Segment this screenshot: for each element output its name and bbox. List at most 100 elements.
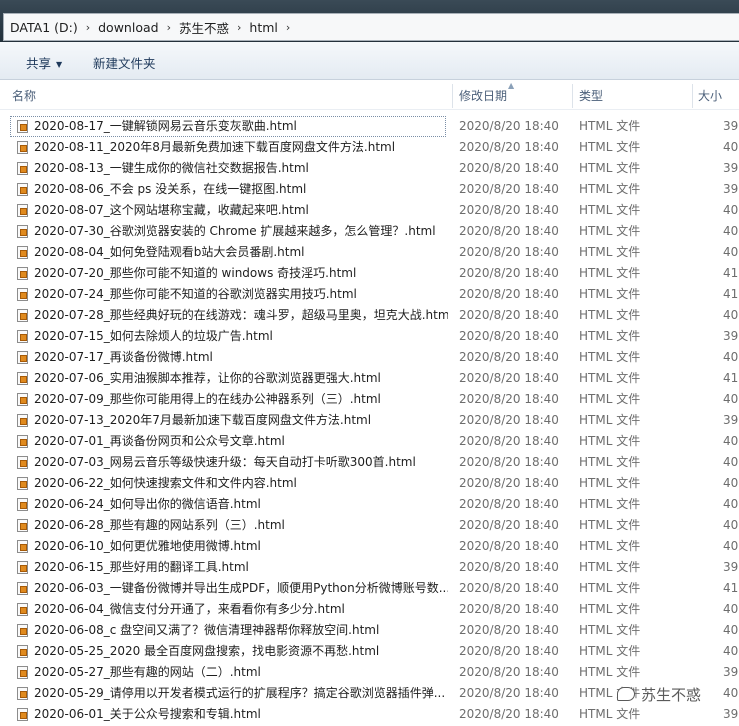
file-date: 2020/8/20 18:40	[459, 644, 559, 658]
file-row[interactable]: 2020-06-04_微信支付分开通了，来看看你有多少分.html 2020/8/…	[10, 599, 739, 620]
file-row[interactable]: 2020-06-22_如何快速搜索文件和文件内容.html 2020/8/20 1…	[10, 473, 739, 494]
file-row[interactable]: 2020-07-17_再谈备份微博.html 2020/8/20 18:40 HTM…	[10, 347, 739, 368]
file-row[interactable]: 2020-07-24_那些你可能不知道的谷歌浏览器实用技巧.html 2020/8…	[10, 284, 739, 305]
file-type: HTML 文件	[579, 665, 641, 679]
file-date: 2020/8/20 18:40	[459, 287, 559, 301]
breadcrumb-item[interactable]: html	[249, 20, 277, 35]
column-divider[interactable]	[572, 84, 573, 108]
file-row[interactable]: 2020-07-28_那些经典好玩的在线游戏：魂斗罗，超级马里奥，坦克大战.ht…	[10, 305, 739, 326]
file-type: HTML 文件	[579, 161, 641, 175]
file-row[interactable]: 2020-06-15_那些好用的翻译工具.html 2020/8/20 18:40…	[10, 557, 739, 578]
file-name: 2020-08-07_这个网站堪称宝藏，收藏起来吧.html	[34, 203, 309, 217]
file-row[interactable]: 2020-07-20_那些你可能不知道的 windows 奇技淫巧.html 20…	[10, 263, 739, 284]
html-file-icon	[17, 414, 28, 427]
file-row[interactable]: 2020-06-10_如何更优雅地使用微博.html 2020/8/20 18:4…	[10, 536, 739, 557]
file-name: 2020-06-28_那些有趣的网站系列（三）.html	[34, 518, 285, 532]
file-name: 2020-06-01_关于公众号搜索和专辑.html	[34, 707, 261, 721]
file-name: 2020-07-03_网易云音乐等级快速升级：每天自动打卡听歌300首.html	[34, 455, 416, 469]
file-size: 40	[723, 392, 739, 406]
file-size: 39	[723, 182, 739, 196]
column-header-size[interactable]: 大小	[698, 80, 722, 110]
address-bar-area: DATA1 (D:) › download › 苏生不惑 › html ›	[0, 0, 739, 42]
file-row[interactable]: 2020-08-04_如何免登陆观看b站大会员番剧.html 2020/8/20 …	[10, 242, 739, 263]
html-file-icon	[17, 498, 28, 511]
breadcrumb-chevron-icon[interactable]: ›	[278, 21, 298, 34]
breadcrumb[interactable]: DATA1 (D:) › download › 苏生不惑 › html ›	[3, 13, 739, 41]
file-type: HTML 文件	[579, 119, 641, 133]
file-row[interactable]: 2020-06-03_一键备份微博并导出生成PDF，顺便用Python分析微博账…	[10, 578, 739, 599]
file-size: 40	[723, 497, 739, 511]
file-date: 2020/8/20 18:40	[459, 707, 559, 721]
column-divider[interactable]	[692, 84, 693, 108]
file-row[interactable]: 2020-06-24_如何导出你的微信语音.html 2020/8/20 18:4…	[10, 494, 739, 515]
file-type: HTML 文件	[579, 266, 641, 280]
file-row[interactable]: 2020-05-27_那些有趣的网站（二）.html 2020/8/20 18:4…	[10, 662, 739, 683]
html-file-icon	[17, 141, 28, 154]
file-row[interactable]: 2020-08-06_不会 ps 没关系，在线一键抠图.html 2020/8/2…	[10, 179, 739, 200]
file-type: HTML 文件	[579, 350, 641, 364]
breadcrumb-chevron-icon[interactable]: ›	[78, 21, 98, 34]
file-row[interactable]: 2020-07-30_谷歌浏览器安装的 Chrome 扩展越来越多，怎么管理？.…	[10, 221, 739, 242]
file-type: HTML 文件	[579, 245, 641, 259]
file-row[interactable]: 2020-06-01_关于公众号搜索和专辑.html 2020/8/20 18:4…	[10, 704, 739, 725]
file-row[interactable]: 2020-08-07_这个网站堪称宝藏，收藏起来吧.html 2020/8/20 …	[10, 200, 739, 221]
file-type: HTML 文件	[579, 329, 641, 343]
file-date: 2020/8/20 18:40	[459, 161, 559, 175]
html-file-icon	[17, 708, 28, 721]
file-row[interactable]: 2020-07-06_实用油猴脚本推荐，让你的谷歌浏览器更强大.html 2020…	[10, 368, 739, 389]
file-name: 2020-07-30_谷歌浏览器安装的 Chrome 扩展越来越多，怎么管理？.…	[34, 224, 436, 238]
breadcrumb-item[interactable]: DATA1 (D:)	[10, 20, 78, 35]
html-file-icon	[17, 183, 28, 196]
share-button[interactable]: 共享 ▼	[26, 53, 62, 72]
html-file-icon	[17, 267, 28, 280]
column-header-date[interactable]: 修改日期	[459, 80, 507, 110]
file-type: HTML 文件	[579, 308, 641, 322]
file-row[interactable]: 2020-07-01_再谈备份网页和公众号文章.html 2020/8/20 18…	[10, 431, 739, 452]
file-row[interactable]: 2020-05-25_2020 最全百度网盘搜索，找电影资源不再愁.html 20…	[10, 641, 739, 662]
file-date: 2020/8/20 18:40	[459, 476, 559, 490]
file-size: 39	[723, 707, 739, 721]
file-date: 2020/8/20 18:40	[459, 413, 559, 427]
file-row[interactable]: 2020-06-08_c 盘空间又满了？微信清理神器帮你释放空间.html 202…	[10, 620, 739, 641]
column-header-name[interactable]: 名称	[12, 80, 36, 110]
file-size: 39	[723, 665, 739, 679]
file-name: 2020-06-08_c 盘空间又满了？微信清理神器帮你释放空间.html	[34, 623, 380, 637]
file-row[interactable]: 2020-08-17_一键解锁网易云音乐变灰歌曲.html 2020/8/20 1…	[10, 116, 739, 137]
file-size: 40	[723, 644, 739, 658]
file-name: 2020-05-25_2020 最全百度网盘搜索，找电影资源不再愁.html	[34, 644, 380, 658]
file-type: HTML 文件	[579, 455, 641, 469]
file-size: 40	[723, 539, 739, 553]
file-row[interactable]: 2020-07-03_网易云音乐等级快速升级：每天自动打卡听歌300首.html…	[10, 452, 739, 473]
html-file-icon	[17, 624, 28, 637]
file-row[interactable]: 2020-08-11_2020年8月最新免费加速下载百度网盘文件方法.html 2…	[10, 137, 739, 158]
file-row[interactable]: 2020-06-28_那些有趣的网站系列（三）.html 2020/8/20 18…	[10, 515, 739, 536]
breadcrumb-chevron-icon[interactable]: ›	[159, 21, 179, 34]
file-type: HTML 文件	[579, 203, 641, 217]
file-type: HTML 文件	[579, 287, 641, 301]
file-date: 2020/8/20 18:40	[459, 392, 559, 406]
file-type: HTML 文件	[579, 392, 641, 406]
file-row[interactable]: 2020-07-15_如何去除烦人的垃圾广告.html 2020/8/20 18:…	[10, 326, 739, 347]
column-divider[interactable]	[452, 84, 453, 108]
breadcrumb-chevron-icon[interactable]: ›	[229, 21, 249, 34]
file-type: HTML 文件	[579, 476, 641, 490]
new-folder-button[interactable]: 新建文件夹	[93, 53, 156, 72]
file-size: 40	[723, 245, 739, 259]
file-date: 2020/8/20 18:40	[459, 308, 559, 322]
file-date: 2020/8/20 18:40	[459, 497, 559, 511]
file-name: 2020-07-15_如何去除烦人的垃圾广告.html	[34, 329, 273, 343]
file-row[interactable]: 2020-08-13_一键生成你的微信社交数据报告.html 2020/8/20 …	[10, 158, 739, 179]
file-row[interactable]: 2020-07-13_2020年7月最新加速下载百度网盘文件方法.html 202…	[10, 410, 739, 431]
breadcrumb-item[interactable]: download	[98, 20, 158, 35]
file-name: 2020-05-29_请停用以开发者模式运行的扩展程序？搞定谷歌浏览器插件弹..…	[34, 686, 446, 700]
file-row[interactable]: 2020-07-09_那些你可能用得上的在线办公神器系列（三）.html 2020…	[10, 389, 739, 410]
file-size: 40	[723, 140, 739, 154]
html-file-icon	[17, 162, 28, 175]
breadcrumb-item[interactable]: 苏生不惑	[179, 18, 229, 37]
column-header-type[interactable]: 类型	[579, 80, 603, 110]
file-date: 2020/8/20 18:40	[459, 539, 559, 553]
file-name: 2020-07-28_那些经典好玩的在线游戏：魂斗罗，超级马里奥，坦克大战.ht…	[34, 308, 448, 322]
file-size: 41	[723, 266, 739, 280]
html-file-icon	[17, 372, 28, 385]
file-name: 2020-06-03_一键备份微博并导出生成PDF，顺便用Python分析微博账…	[34, 581, 448, 595]
